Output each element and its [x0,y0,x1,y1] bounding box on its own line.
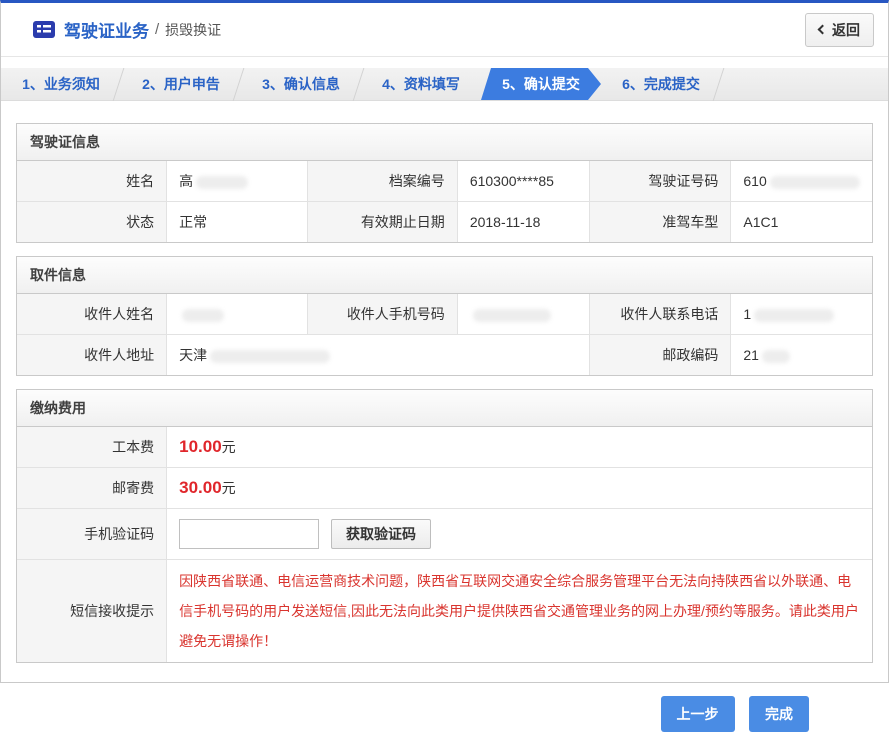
recipient-phone-label: 收件人联系电话 [590,294,731,335]
recipient-name-label: 收件人姓名 [17,294,167,335]
license-no-value: 610 [731,161,872,202]
sms-notice-label: 短信接收提示 [17,560,167,663]
expiry-label: 有效期止日期 [308,202,458,243]
table-row: 邮寄费 30.00元 [17,468,872,509]
table-row: 工本费 10.00元 [17,427,872,468]
table-row: 姓名 高 档案编号 610300****85 驾驶证号码 610 [17,161,872,202]
fees-section-title: 缴纳费用 [17,390,872,427]
table-row: 收件人地址 天津 邮政编码 21 [17,335,872,376]
chevron-left-icon [818,25,828,35]
step-tab-3: 3、确认信息 [241,68,361,100]
mailing-fee-unit: 元 [222,480,236,496]
license-no-label: 驾驶证号码 [590,161,731,202]
license-card-icon [33,21,55,38]
breadcrumb-separator: / [155,21,159,38]
name-value: 高 [167,161,308,202]
step-tab-4: 4、资料填写 [361,68,481,100]
main-content: 驾驶证信息 姓名 高 档案编号 610300****85 驾驶证号码 610 状… [1,101,888,732]
step-tab-1: 1、业务须知 [1,68,121,100]
recipient-mobile-label: 收件人手机号码 [308,294,458,335]
recipient-phone-value: 1 [731,294,872,335]
sms-notice-text: 因陕西省联通、电信运营商技术问题，陕西省互联网交通安全综合服务管理平台无法向持陕… [179,566,860,656]
recipient-name-value [167,294,308,335]
footer-actions: 上一步 完成 [16,676,873,732]
get-sms-code-button[interactable]: 获取验证码 [331,519,431,549]
status-label: 状态 [17,202,167,243]
table-row: 收件人姓名 收件人手机号码 收件人联系电话 1 [17,294,872,335]
status-value: 正常 [167,202,308,243]
previous-step-button[interactable]: 上一步 [661,696,735,732]
page-title: 驾驶证业务 [64,17,149,42]
recipient-address-value: 天津 [167,335,590,376]
step-tab-6: 6、完成提交 [601,68,721,100]
redacted-text [762,350,790,363]
sms-notice-cell: 因陕西省联通、电信运营商技术问题，陕西省互联网交通安全综合服务管理平台无法向持陕… [167,560,872,663]
redacted-text [473,309,551,322]
redacted-text [770,176,860,189]
back-button[interactable]: 返回 [805,13,874,47]
wizard-steps: 1、业务须知 2、用户申告 3、确认信息 4、资料填写 5、确认提交 6、完成提… [1,68,888,101]
license-section-title: 驾驶证信息 [17,124,872,161]
expiry-value: 2018-11-18 [457,202,590,243]
postal-code-label: 邮政编码 [590,335,731,376]
postal-code-value: 21 [731,335,872,376]
mailing-fee-label: 邮寄费 [17,468,167,509]
vehicle-class-value: A1C1 [731,202,872,243]
table-row: 手机验证码 获取验证码 [17,509,872,560]
breadcrumb-current: 损毁换证 [165,20,221,40]
step-tab-5-active: 5、确认提交 [481,68,601,100]
pickup-section-title: 取件信息 [17,257,872,294]
name-label: 姓名 [17,161,167,202]
file-no-value: 610300****85 [457,161,590,202]
production-fee-amount: 10.00 [179,437,222,456]
license-info-table: 姓名 高 档案编号 610300****85 驾驶证号码 610 状态 正常 有… [17,161,872,242]
vehicle-class-label: 准驾车型 [590,202,731,243]
mailing-fee-value: 30.00元 [167,468,872,509]
production-fee-label: 工本费 [17,427,167,468]
pickup-info-section: 取件信息 收件人姓名 收件人手机号码 收件人联系电话 1 收件人地址 天津 邮政… [16,256,873,376]
recipient-address-label: 收件人地址 [17,335,167,376]
sms-code-label: 手机验证码 [17,509,167,560]
table-row: 短信接收提示 因陕西省联通、电信运营商技术问题，陕西省互联网交通安全综合服务管理… [17,560,872,663]
table-row: 状态 正常 有效期止日期 2018-11-18 准驾车型 A1C1 [17,202,872,243]
redacted-text [196,176,248,189]
redacted-text [210,350,330,363]
license-info-section: 驾驶证信息 姓名 高 档案编号 610300****85 驾驶证号码 610 状… [16,123,873,243]
file-no-label: 档案编号 [308,161,458,202]
fees-section: 缴纳费用 工本费 10.00元 邮寄费 30.00元 手机验证码 获取验证码 短… [16,389,873,663]
production-fee-unit: 元 [222,439,236,455]
redacted-text [182,309,224,322]
sms-code-input[interactable] [179,519,319,549]
mailing-fee-amount: 30.00 [179,478,222,497]
fees-table: 工本费 10.00元 邮寄费 30.00元 手机验证码 获取验证码 短信接收提示… [17,427,872,662]
redacted-text [754,309,834,322]
step-tab-2: 2、用户申告 [121,68,241,100]
page-header: 驾驶证业务 / 损毁换证 返回 [1,3,888,57]
pickup-info-table: 收件人姓名 收件人手机号码 收件人联系电话 1 收件人地址 天津 邮政编码 21 [17,294,872,375]
sms-code-cell: 获取验证码 [167,509,872,560]
finish-button[interactable]: 完成 [749,696,809,732]
back-button-label: 返回 [832,20,860,40]
production-fee-value: 10.00元 [167,427,872,468]
recipient-mobile-value [457,294,590,335]
